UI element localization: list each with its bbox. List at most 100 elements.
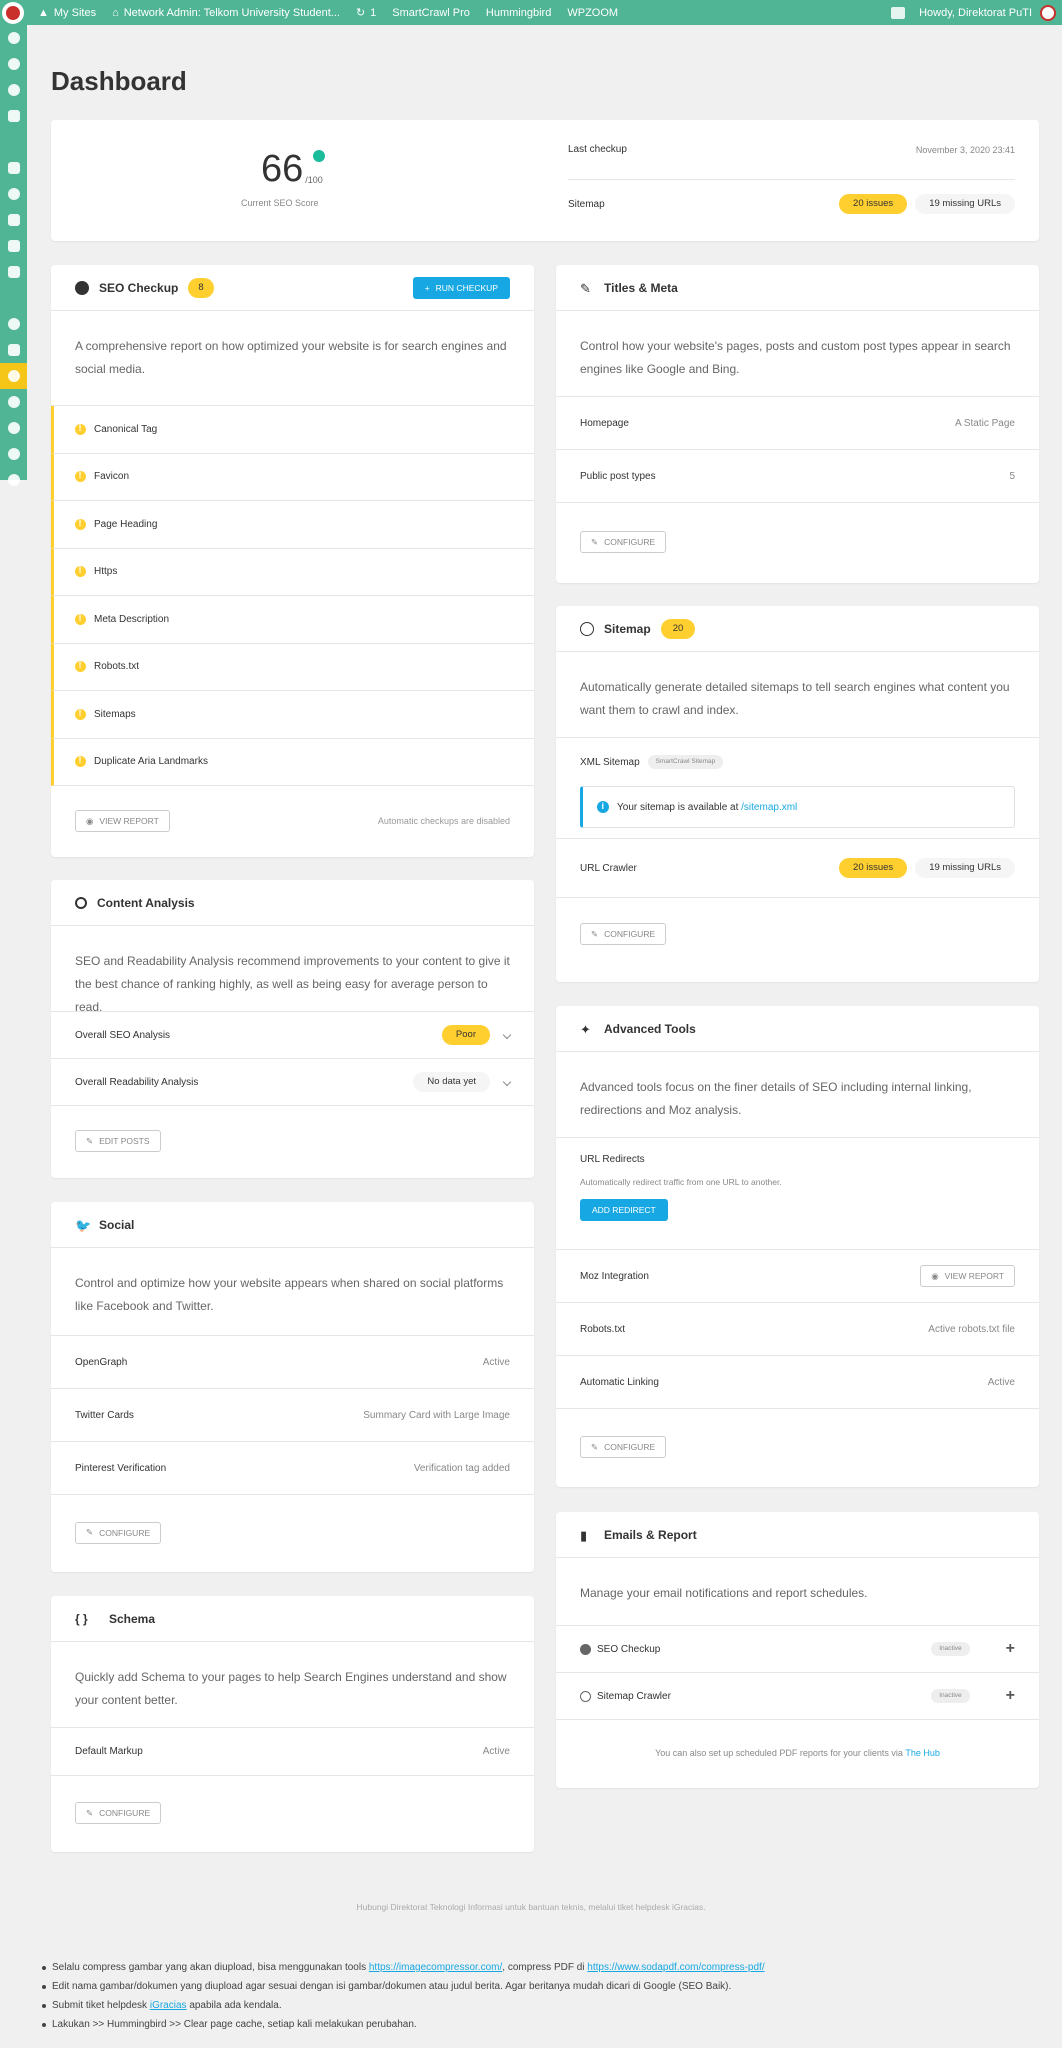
homepage-label: Homepage [580, 417, 629, 429]
opengraph-label: OpenGraph [75, 1356, 128, 1368]
configure-button[interactable]: ✎ CONFIGURE [75, 1521, 162, 1544]
add-icon[interactable]: + [1006, 1687, 1015, 1705]
checkup-item-label: Sitemaps [94, 708, 136, 720]
chevron-down-icon[interactable] [502, 1077, 512, 1087]
wrench-icon: ✎ [86, 1527, 94, 1537]
users-icon[interactable] [0, 181, 27, 207]
linking-label: Automatic Linking [580, 1376, 659, 1388]
add-icon[interactable]: + [1006, 1640, 1015, 1658]
network-icon[interactable] [0, 155, 27, 181]
run-checkup-button[interactable]: + RUN CHECKUP [412, 276, 510, 299]
seo-checkup-icon [75, 280, 89, 295]
sitemap-xml-link[interactable]: /sitemap.xml [741, 802, 797, 813]
wordpress-icon[interactable] [0, 51, 27, 77]
tools-icon[interactable] [0, 233, 27, 259]
sites-icon[interactable] [0, 77, 27, 103]
moz-view-report-button[interactable]: ◉ VIEW REPORT [920, 1265, 1015, 1287]
hub-icon[interactable] [0, 311, 27, 337]
panel-description: Control how your website's pages, posts … [556, 311, 1039, 397]
checkup-item[interactable]: Meta Description [51, 596, 534, 644]
pinterest-value: Verification tag added [413, 1462, 510, 1474]
post-types-label: Public post types [580, 470, 656, 482]
checkup-item[interactable]: Canonical Tag [51, 406, 534, 454]
sitemap-missing-badge[interactable]: 19 missing URLs [915, 194, 1015, 214]
igracias-link[interactable]: iGracias [150, 2000, 187, 2011]
wpzoom-link[interactable]: WPZOOM [559, 7, 626, 19]
network-admin-link[interactable]: ⌂ Network Admin: Telkom University Studen… [104, 7, 348, 19]
add-redirect-button[interactable]: ADD REDIRECT [580, 1199, 668, 1221]
defender-icon[interactable] [0, 337, 27, 363]
checkup-item[interactable]: Favicon [51, 453, 534, 501]
configure-button[interactable]: ✎ CONFIGURE [580, 1436, 667, 1458]
dashboard-icon[interactable] [0, 25, 27, 51]
post-types-value: 5 [1009, 470, 1015, 482]
twitter-cards-value: Summary Card with Large Image [363, 1409, 510, 1421]
globe-icon [580, 1690, 591, 1702]
moz-label: Moz Integration [580, 1270, 649, 1282]
howdy-user[interactable]: Howdy, Direktorat PuTI [911, 7, 1040, 19]
hub-note: You can also set up scheduled PDF report… [655, 1748, 903, 1758]
configure-button[interactable]: ✎ CONFIGURE [580, 923, 667, 945]
checkup-item[interactable]: Robots.txt [51, 643, 534, 691]
helpdesk-note: Hubungi Direktorat Teknologi Informasi u… [356, 1902, 706, 1912]
url-crawler-label: URL Crawler [580, 862, 637, 874]
checkup-item[interactable]: Https [51, 548, 534, 596]
site-logo-icon[interactable] [2, 1, 24, 24]
crawler-issues-badge[interactable]: 20 issues [839, 858, 908, 878]
checkup-item-label: Duplicate Aria Landmarks [94, 756, 208, 768]
sitemap-label: Sitemap [568, 198, 605, 210]
settings-icon[interactable] [0, 259, 27, 285]
checkup-item[interactable]: Page Heading [51, 501, 534, 549]
sites-icon: ▲ [38, 6, 49, 19]
checkup-item[interactable]: Sitemaps [51, 691, 534, 739]
avatar[interactable] [1040, 4, 1056, 21]
updates-link[interactable]: ↻ 1 [348, 6, 384, 20]
checkup-item[interactable]: Duplicate Aria Landmarks [51, 738, 534, 786]
seo-checkup-icon [580, 1643, 591, 1655]
panel-title: Sitemap [604, 621, 651, 636]
smartcrawl-icon[interactable] [0, 363, 27, 389]
chevron-down-icon[interactable] [502, 1030, 512, 1040]
sitemap-info-notice: Your sitemap is available at /sitemap.xm… [580, 786, 1015, 828]
panel-description: SEO and Readability Analysis recommend i… [51, 926, 534, 1014]
issues-count-badge: 8 [188, 277, 214, 298]
page-title: Dashboard [51, 66, 187, 96]
checkup-item-label: Robots.txt [94, 661, 140, 673]
message-icon[interactable] [891, 6, 906, 19]
the-hub-link[interactable]: The Hub [905, 1748, 940, 1758]
configure-button[interactable]: ✎ CONFIGURE [580, 531, 667, 553]
titles-meta-panel: ✎ Titles & Meta Control how your website… [556, 265, 1039, 583]
panel-description: Quickly add Schema to your pages to help… [51, 1642, 534, 1728]
info-icon [597, 801, 609, 813]
edit-posts-button[interactable]: ✎ EDIT POSTS [75, 1130, 161, 1152]
sitemap-issues-badge[interactable]: 20 issues [839, 194, 908, 214]
updates-icon: ↻ [355, 7, 366, 19]
crawler-missing-badge[interactable]: 19 missing URLs [915, 858, 1015, 878]
plugins-icon[interactable] [0, 207, 27, 233]
panel-description: Control and optimize how your website ap… [51, 1248, 534, 1336]
sitemap-panel: Sitemap 20 Automatically generate detail… [556, 606, 1039, 982]
wrench-icon: ✎ [591, 1441, 599, 1452]
smush-icon[interactable] [0, 441, 27, 467]
stats-icon[interactable] [0, 103, 27, 129]
email-sitemap-crawler-label: Sitemap Crawler [597, 1690, 671, 1702]
code-braces-icon: { } [75, 1611, 88, 1626]
forminator-icon[interactable] [0, 415, 27, 441]
email-seo-checkup-label: SEO Checkup [597, 1643, 661, 1655]
sodapdf-link[interactable]: https://www.sodapdf.com/compress-pdf/ [587, 1962, 764, 1973]
default-markup-value: Active [482, 1746, 510, 1757]
panel-title: SEO Checkup [99, 280, 179, 295]
last-checkup-value: November 3, 2020 23:41 [915, 144, 1015, 155]
view-report-button[interactable]: ◉ VIEW REPORT [75, 810, 170, 832]
hummingbird-link[interactable]: Hummingbird [478, 7, 559, 19]
snapshot-icon[interactable] [0, 467, 27, 493]
auto-checkup-note: Automatic checkups are disabled [377, 816, 510, 826]
warning-icon [75, 613, 86, 625]
hummingbird-icon[interactable] [0, 389, 27, 415]
smartcrawl-link[interactable]: SmartCrawl Pro [384, 7, 478, 19]
my-sites-link[interactable]: ▲ My Sites [30, 7, 104, 19]
imagecompressor-link[interactable]: https://imagecompressor.com/ [369, 1962, 502, 1973]
social-panel: 🐦 Social Control and optimize how your w… [51, 1202, 534, 1572]
configure-button[interactable]: ✎ CONFIGURE [75, 1802, 162, 1824]
